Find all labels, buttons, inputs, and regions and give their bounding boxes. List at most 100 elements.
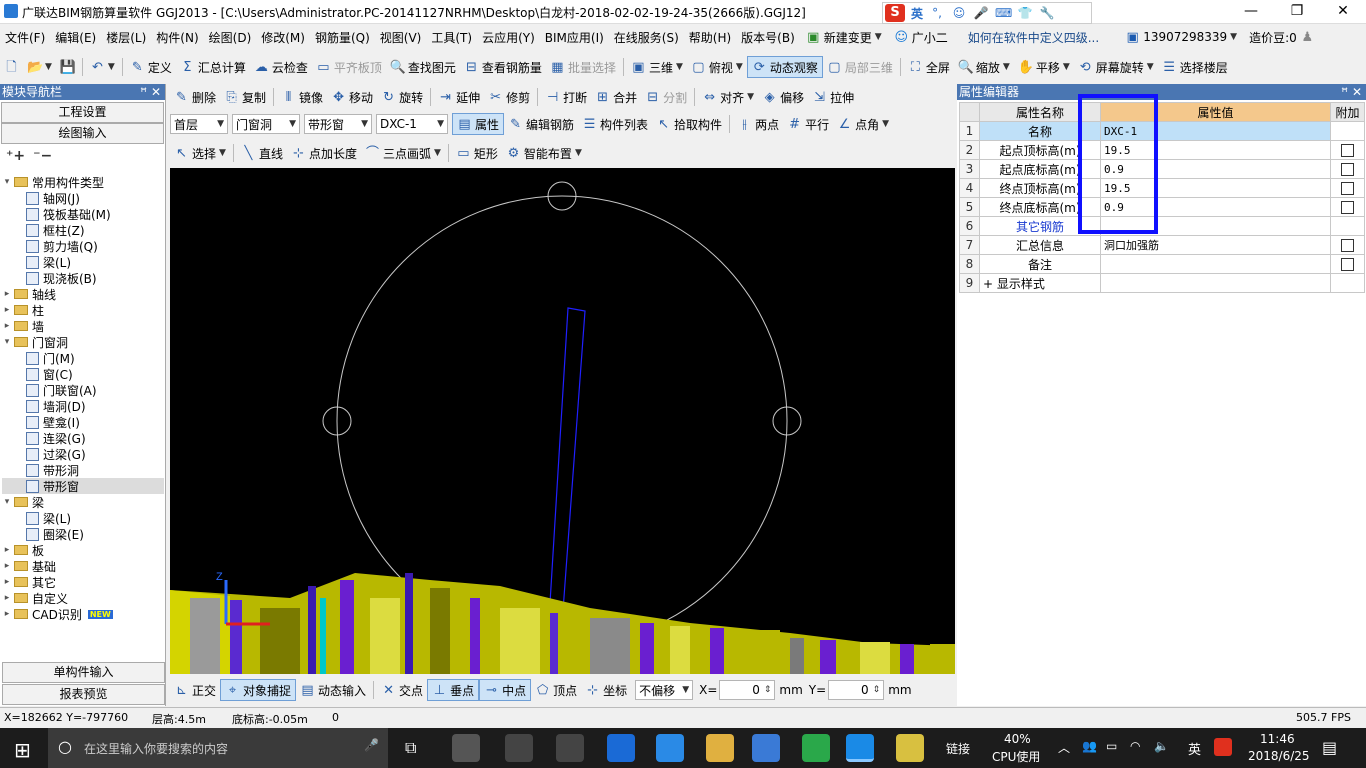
tb1-btn-2[interactable]: ☁ 云检查: [250, 56, 312, 78]
tb2-btn-0[interactable]: ✎ 删除: [170, 86, 220, 108]
tree-node[interactable]: 圈梁(E): [2, 526, 164, 542]
emoji-icon[interactable]: ☺: [951, 5, 967, 21]
property-value[interactable]: [1100, 254, 1331, 274]
tree-node[interactable]: ▾ 门窗洞: [2, 334, 164, 350]
tree-node[interactable]: ▸ CAD识别 NEW: [2, 606, 164, 622]
tree-node[interactable]: 筏板基础(M): [2, 206, 164, 222]
tray-user-icon[interactable]: 👥: [1082, 739, 1097, 753]
new-file-button[interactable]: 🗋: [0, 56, 23, 78]
tree-toggle-icon[interactable]: ▸: [2, 609, 12, 619]
strip-window-element[interactable]: [547, 307, 586, 639]
tb4-btn-5[interactable]: ⚙ 智能布置 ▼: [502, 142, 586, 164]
tb4-btn-1[interactable]: ╲ 直线: [237, 142, 287, 164]
menu-item-6[interactable]: 钢筋量(Q): [310, 29, 375, 46]
beans-count[interactable]: 造价豆:0 ♟: [1243, 29, 1321, 46]
tb2-btn-11[interactable]: ◈ 偏移: [758, 86, 808, 108]
snap-btn-6[interactable]: ⬠ 顶点: [531, 679, 581, 701]
tb1-btn-1[interactable]: Σ 汇总计算: [176, 56, 250, 78]
tb1-btn-8[interactable]: ▢ 俯视 ▼: [687, 56, 747, 78]
category-select[interactable]: 门窗洞 ▼: [232, 114, 300, 134]
property-row[interactable]: 4 终点顶标高(m) 19.5: [959, 178, 1365, 198]
property-row[interactable]: 1 名称 DXC-1: [959, 121, 1365, 141]
property-row[interactable]: 9 + 显示样式: [959, 273, 1365, 293]
sogou-icon[interactable]: S: [885, 4, 905, 22]
tree-toggle-icon[interactable]: ▸: [2, 577, 12, 587]
tb2-btn-6[interactable]: ✂ 修剪: [484, 86, 534, 108]
tree-node[interactable]: 梁(L): [2, 254, 164, 270]
mic-icon[interactable]: 🎤: [364, 738, 379, 752]
menu-item-10[interactable]: BIM应用(I): [540, 29, 609, 46]
property-add-cell[interactable]: [1330, 273, 1365, 293]
property-add-cell[interactable]: [1330, 197, 1365, 217]
g-app-icon[interactable]: [556, 734, 584, 762]
tb2-btn-7[interactable]: ⊣ 打断: [541, 86, 591, 108]
menu-item-0[interactable]: 文件(F): [0, 29, 50, 46]
ime-lang[interactable]: 英: [911, 5, 923, 22]
type-select[interactable]: 带形窗 ▼: [304, 114, 372, 134]
single-component-input-button[interactable]: 单构件输入: [2, 662, 165, 683]
expand-all-icon[interactable]: ⁺+: [6, 148, 25, 164]
tb1-btn-7[interactable]: ▣ 三维 ▼: [627, 56, 687, 78]
tb2-btn-8[interactable]: ⊞ 合并: [591, 86, 641, 108]
sogou-tray-icon[interactable]: [1214, 738, 1232, 756]
tree-toggle-icon[interactable]: ▾: [2, 177, 12, 187]
property-add-cell[interactable]: [1330, 254, 1365, 274]
floor-select[interactable]: 首层 ▼: [170, 114, 228, 134]
property-value[interactable]: 洞口加强筋: [1100, 235, 1331, 255]
howto-link[interactable]: 如何在软件中定义四级...: [954, 29, 1105, 46]
pinwheel-app-icon[interactable]: [452, 734, 480, 762]
ie-app-icon[interactable]: [505, 734, 533, 762]
tree-toggle-icon[interactable]: ▸: [2, 593, 12, 603]
tree-toggle-icon[interactable]: ▸: [2, 321, 12, 331]
tb1-btn-14[interactable]: ⟲ 屏幕旋转 ▼: [1074, 56, 1158, 78]
property-add-cell[interactable]: [1330, 140, 1365, 160]
tray-up-icon[interactable]: ︿: [1058, 739, 1070, 756]
property-value[interactable]: [1100, 273, 1331, 293]
menu-item-13[interactable]: 版本号(B): [736, 29, 800, 46]
explorer-app-icon[interactable]: [706, 734, 734, 762]
snap-btn-2[interactable]: ▤ 动态输入: [296, 679, 370, 701]
add-checkbox[interactable]: [1341, 201, 1354, 214]
tb4-btn-0[interactable]: ↖ 选择 ▼: [170, 142, 230, 164]
tb2-btn-9[interactable]: ⊟ 分割: [641, 86, 691, 108]
tree-node[interactable]: 过梁(G): [2, 446, 164, 462]
tb1-btn-9[interactable]: ⟳ 动态观察: [746, 56, 823, 78]
ggj-app-icon[interactable]: [846, 734, 874, 762]
add-checkbox[interactable]: [1341, 258, 1354, 271]
tree-node[interactable]: 剪力墙(Q): [2, 238, 164, 254]
drawing-input-button[interactable]: 绘图输入: [1, 123, 164, 144]
snap-btn-0[interactable]: ⊾ 正交: [170, 679, 220, 701]
property-row[interactable]: 7 汇总信息 洞口加强筋: [959, 235, 1365, 255]
wrench-icon[interactable]: 🔧: [1039, 5, 1055, 21]
tb2-btn-12[interactable]: ⇲ 拉伸: [808, 86, 858, 108]
taskbar-search-box[interactable]: ○ 在这里输入你要搜索的内容 🎤: [48, 728, 388, 768]
save-button[interactable]: 💾: [56, 56, 79, 78]
tb3-btn-6[interactable]: ∠ 点角 ▼: [833, 113, 893, 135]
tb3-btn-4[interactable]: ⫲ 两点: [733, 113, 783, 135]
menu-item-11[interactable]: 在线服务(S): [609, 29, 684, 46]
property-add-cell[interactable]: [1330, 159, 1365, 179]
y-input[interactable]: 0 ⇕: [828, 680, 885, 700]
tree-node[interactable]: 轴网(J): [2, 190, 164, 206]
ime-toolbar[interactable]: S 英 °, ☺ 🎤 ⌨ 👕 🔧: [882, 2, 1092, 24]
tb2-btn-1[interactable]: ⎘ 复制: [220, 86, 270, 108]
tree-toggle-icon[interactable]: ▸: [2, 305, 12, 315]
snap-btn-7[interactable]: ⊹ 坐标: [581, 679, 631, 701]
xiaoer-menu[interactable]: ☺ 广小二: [888, 29, 954, 46]
tree-toggle-icon[interactable]: ▸: [2, 545, 12, 555]
add-checkbox[interactable]: [1341, 182, 1354, 195]
tb1-btn-10[interactable]: ▢ 局部三维: [823, 56, 897, 78]
tb4-btn-3[interactable]: ⌒ 三点画弧 ▼: [361, 142, 445, 164]
keyboard-icon[interactable]: ⌨: [995, 5, 1012, 21]
task-view-icon[interactable]: ⧉: [405, 738, 416, 758]
notes-app-icon[interactable]: [896, 734, 924, 762]
item-select[interactable]: DXC-1 ▼: [376, 114, 448, 134]
volume-icon[interactable]: 🔈: [1154, 739, 1169, 753]
tree-node[interactable]: ▾ 梁: [2, 494, 164, 510]
tree-node[interactable]: ▸ 自定义: [2, 590, 164, 606]
tb1-btn-0[interactable]: ✎ 定义: [126, 56, 176, 78]
clock-date[interactable]: 2018/6/25: [1248, 749, 1310, 763]
tb3-btn-1[interactable]: ✎ 编辑钢筋: [504, 113, 578, 135]
tb2-btn-5[interactable]: ⇥ 延伸: [434, 86, 484, 108]
property-add-cell[interactable]: [1330, 178, 1365, 198]
